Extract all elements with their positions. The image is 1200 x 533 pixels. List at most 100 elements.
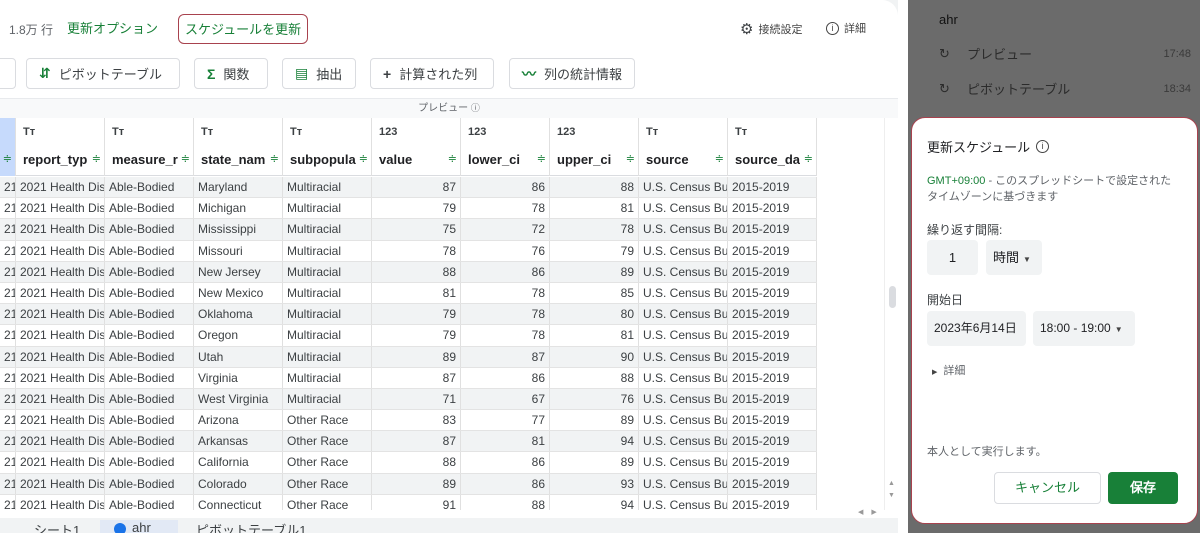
- table-cell[interactable]: 2015-2019: [728, 431, 817, 452]
- filter-icon[interactable]: ≑: [715, 152, 724, 165]
- table-cell[interactable]: U.S. Census Bu: [639, 325, 728, 346]
- scroll-left-icon[interactable]: ◀: [858, 508, 863, 516]
- table-cell[interactable]: 89: [550, 452, 639, 473]
- table-cell[interactable]: Able-Bodied: [105, 282, 194, 304]
- table-cell[interactable]: 2015-2019: [728, 410, 817, 431]
- table-cell[interactable]: U.S. Census Bu: [639, 282, 728, 304]
- sheet-tab-sheet1[interactable]: シート1: [20, 520, 94, 533]
- table-cell[interactable]: 87: [461, 346, 550, 367]
- column-header[interactable]: 123 value ≑: [372, 118, 461, 176]
- table-cell[interactable]: 21: [0, 177, 16, 198]
- table-cell[interactable]: 91: [372, 494, 461, 510]
- table-cell[interactable]: 2021 Health Dis: [16, 452, 105, 473]
- table-cell[interactable]: 80: [550, 304, 639, 325]
- table-cell[interactable]: 21: [0, 410, 16, 431]
- table-cell[interactable]: 79: [372, 198, 461, 219]
- table-cell[interactable]: Able-Bodied: [105, 261, 194, 282]
- table-cell[interactable]: 79: [372, 304, 461, 325]
- table-cell[interactable]: 71: [372, 388, 461, 410]
- extract-button[interactable]: ▤ 抽出: [282, 58, 356, 89]
- table-cell[interactable]: 2021 Health Dis: [16, 494, 105, 510]
- filter-icon[interactable]: ≑: [3, 152, 12, 165]
- table-cell[interactable]: 2015-2019: [728, 494, 817, 510]
- column-header[interactable]: 123 lower_ci ≑: [461, 118, 550, 176]
- table-cell[interactable]: Able-Bodied: [105, 410, 194, 431]
- table-cell[interactable]: 2021 Health Dis: [16, 431, 105, 452]
- table-cell[interactable]: 21: [0, 282, 16, 304]
- table-cell[interactable]: 2021 Health Dis: [16, 282, 105, 304]
- table-cell[interactable]: 75: [372, 219, 461, 240]
- table-cell[interactable]: 2015-2019: [728, 346, 817, 367]
- update-schedule-button[interactable]: スケジュールを更新: [178, 14, 309, 44]
- table-cell[interactable]: 21: [0, 325, 16, 346]
- vertical-scrollbar[interactable]: ▲ ▼: [884, 118, 898, 510]
- table-cell[interactable]: 77: [461, 410, 550, 431]
- table-cell[interactable]: U.S. Census Bu: [639, 494, 728, 510]
- table-cell[interactable]: Colorado: [194, 473, 283, 494]
- column-header[interactable]: Tт measure_r ≑: [105, 118, 194, 176]
- table-cell[interactable]: 93: [550, 473, 639, 494]
- table-cell[interactable]: 21: [0, 452, 16, 473]
- table-cell[interactable]: U.S. Census Bu: [639, 219, 728, 240]
- table-cell[interactable]: Multiracial: [283, 177, 372, 198]
- table-cell[interactable]: Multiracial: [283, 388, 372, 410]
- filter-icon[interactable]: ≑: [804, 152, 813, 165]
- table-cell[interactable]: U.S. Census Bu: [639, 473, 728, 494]
- table-cell[interactable]: U.S. Census Bu: [639, 410, 728, 431]
- table-cell[interactable]: Arizona: [194, 410, 283, 431]
- scroll-right-icon[interactable]: ▶: [871, 508, 876, 516]
- table-cell[interactable]: West Virginia: [194, 388, 283, 410]
- table-cell[interactable]: 88: [372, 261, 461, 282]
- table-cell[interactable]: New Jersey: [194, 261, 283, 282]
- row-number-header[interactable]: ≑: [0, 118, 16, 176]
- table-cell[interactable]: 86: [461, 177, 550, 198]
- table-cell[interactable]: 86: [461, 367, 550, 388]
- table-cell[interactable]: 2015-2019: [728, 304, 817, 325]
- table-cell[interactable]: 21: [0, 261, 16, 282]
- table-cell[interactable]: 88: [550, 177, 639, 198]
- column-header[interactable]: Tт state_nam ≑: [194, 118, 283, 176]
- details-expander[interactable]: ▶ 詳細: [932, 362, 965, 378]
- table-cell[interactable]: 87: [372, 367, 461, 388]
- table-cell[interactable]: Oklahoma: [194, 304, 283, 325]
- table-cell[interactable]: 2015-2019: [728, 198, 817, 219]
- table-cell[interactable]: 78: [461, 325, 550, 346]
- table-cell[interactable]: 89: [550, 410, 639, 431]
- table-cell[interactable]: Mississippi: [194, 219, 283, 240]
- table-cell[interactable]: 87: [372, 431, 461, 452]
- table-cell[interactable]: 81: [550, 198, 639, 219]
- table-cell[interactable]: 86: [461, 261, 550, 282]
- table-cell[interactable]: Michigan: [194, 198, 283, 219]
- table-cell[interactable]: 88: [550, 367, 639, 388]
- table-cell[interactable]: 72: [461, 219, 550, 240]
- column-stats-button[interactable]: 〰 列の統計情報: [509, 58, 635, 89]
- table-cell[interactable]: 78: [372, 240, 461, 261]
- table-cell[interactable]: 2021 Health Dis: [16, 346, 105, 367]
- table-cell[interactable]: California: [194, 452, 283, 473]
- table-cell[interactable]: U.S. Census Bu: [639, 431, 728, 452]
- info-icon[interactable]: i: [1036, 140, 1050, 153]
- table-cell[interactable]: 78: [461, 282, 550, 304]
- functions-button[interactable]: Σ 関数: [194, 58, 268, 89]
- details-button[interactable]: i 詳細: [826, 20, 866, 36]
- table-cell[interactable]: Other Race: [283, 494, 372, 510]
- table-cell[interactable]: 81: [550, 325, 639, 346]
- table-cell[interactable]: 81: [461, 431, 550, 452]
- table-cell[interactable]: 78: [461, 198, 550, 219]
- table-cell[interactable]: 94: [550, 431, 639, 452]
- sheet-tab-pivot1[interactable]: ピボットテーブル1: [182, 520, 320, 533]
- table-cell[interactable]: Able-Bodied: [105, 198, 194, 219]
- table-cell[interactable]: U.S. Census Bu: [639, 198, 728, 219]
- connection-settings-button[interactable]: ⚙ 接続設定: [740, 20, 802, 38]
- table-cell[interactable]: 2015-2019: [728, 219, 817, 240]
- filter-icon[interactable]: ≑: [92, 152, 101, 165]
- table-cell[interactable]: 21: [0, 219, 16, 240]
- table-cell[interactable]: Able-Bodied: [105, 177, 194, 198]
- sheet-tab-ahr[interactable]: ahr: [100, 520, 178, 533]
- table-cell[interactable]: 2015-2019: [728, 325, 817, 346]
- scroll-up-icon[interactable]: ▲: [888, 480, 895, 487]
- table-cell[interactable]: Able-Bodied: [105, 388, 194, 410]
- scrollbar-thumb[interactable]: [889, 286, 896, 308]
- table-cell[interactable]: 89: [372, 346, 461, 367]
- table-cell[interactable]: 79: [372, 325, 461, 346]
